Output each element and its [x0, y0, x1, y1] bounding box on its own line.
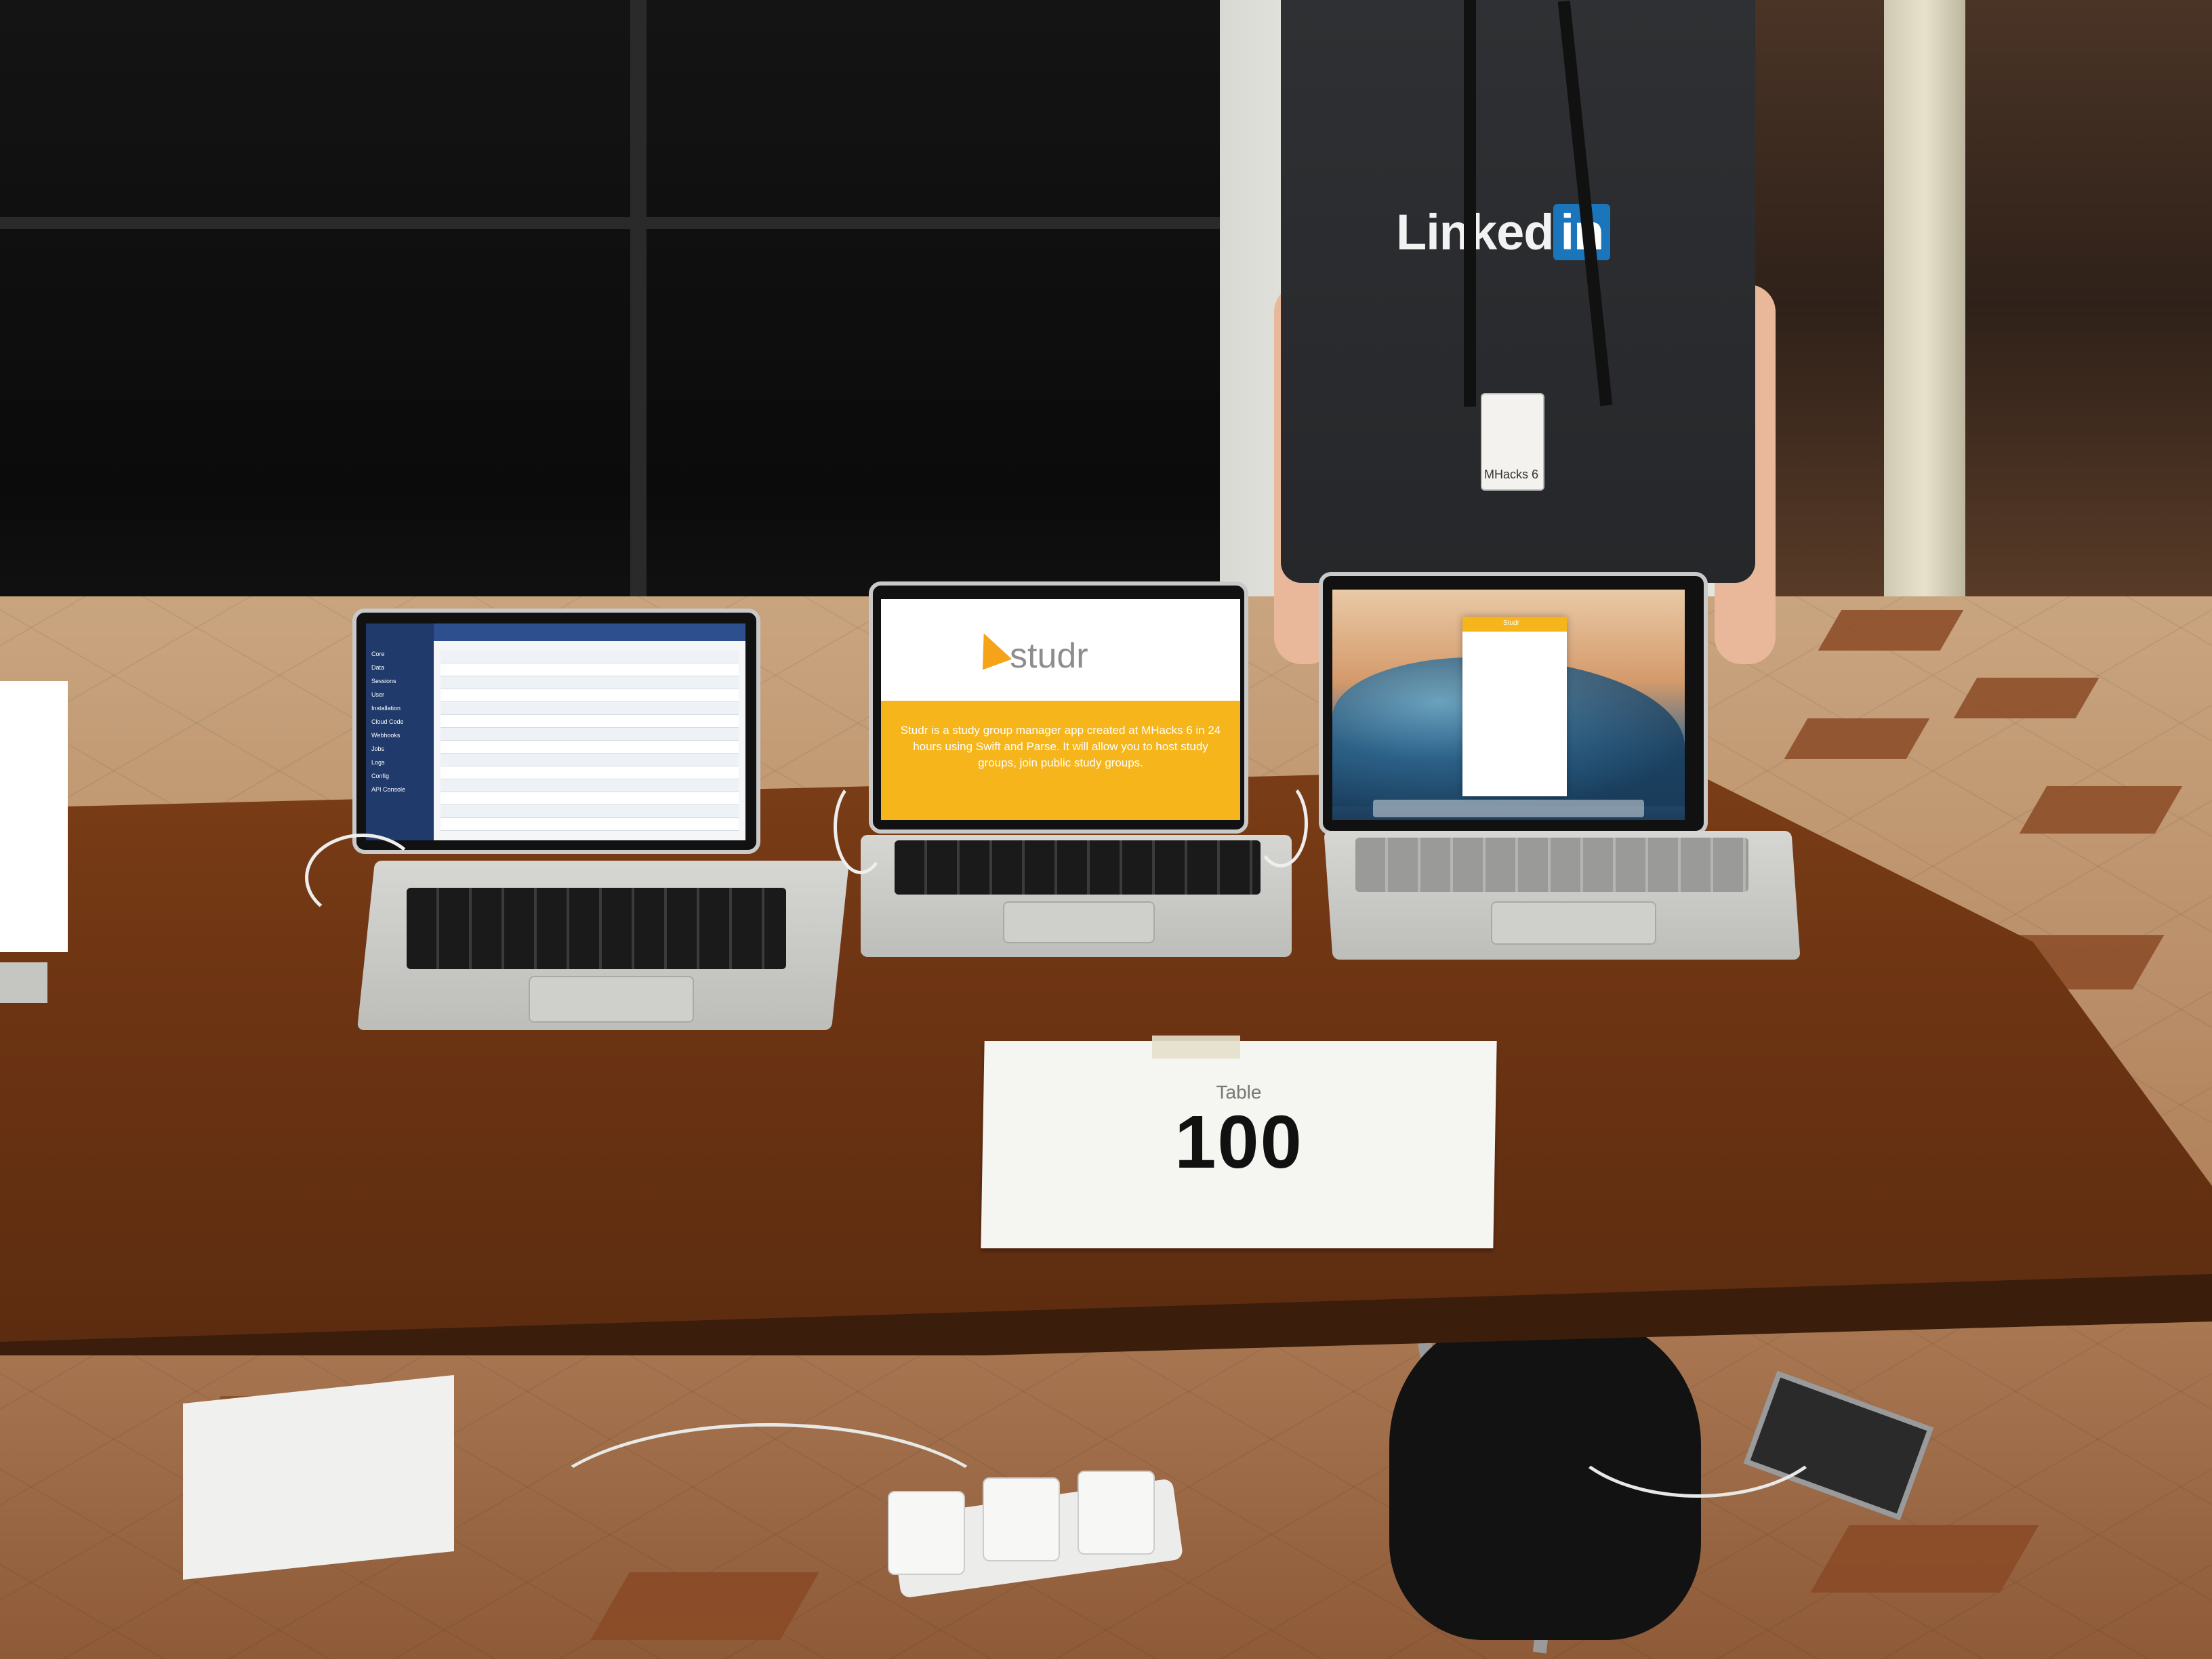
- power-adapter: [1078, 1471, 1155, 1555]
- floor-cable: [1559, 1342, 1837, 1498]
- table-row[interactable]: [441, 805, 739, 818]
- laptop-screen-dashboard: Core Data Sessions User Installation Cloud Co…: [366, 623, 745, 840]
- partial-laptop-base: [0, 962, 47, 1003]
- dashboard-sidebar-item[interactable]: Config: [371, 773, 428, 779]
- person-torso: [1281, 0, 1755, 583]
- dashboard-sidebar-item[interactable]: Installation: [371, 705, 428, 712]
- dashboard-sidebar-item[interactable]: Cloud Code: [371, 718, 428, 725]
- table-row[interactable]: [441, 818, 739, 831]
- background-room: [1735, 0, 2212, 610]
- partial-laptop-screen: [0, 681, 68, 952]
- table-row[interactable]: [441, 766, 739, 779]
- window-mullion: [0, 217, 1220, 229]
- table-row[interactable]: [441, 741, 739, 754]
- table-row[interactable]: [441, 689, 739, 702]
- laptop-keyboard: [895, 840, 1261, 895]
- dashboard-sidebar-item[interactable]: Webhooks: [371, 732, 428, 739]
- table-row[interactable]: [441, 676, 739, 689]
- studr-description: Studr is a study group manager app creat…: [900, 724, 1221, 769]
- white-box: [183, 1374, 454, 1580]
- floor-tile: [1810, 1525, 2039, 1593]
- laptop-trackpad: [1491, 901, 1656, 945]
- dashboard-sidebar-item[interactable]: Sessions: [371, 678, 428, 684]
- charging-cable: [305, 834, 420, 922]
- dashboard-sidebar-item[interactable]: API Console: [371, 786, 428, 793]
- dashboard-sidebar-item[interactable]: Core: [371, 651, 428, 657]
- laptop-trackpad: [529, 976, 694, 1023]
- desktop-dock: [1373, 800, 1644, 817]
- dashboard-sidebar-item[interactable]: Jobs: [371, 745, 428, 752]
- dashboard-topbar: [434, 623, 745, 641]
- dashboard-sidebar-item[interactable]: Data: [371, 664, 428, 671]
- shirt-logo: Linkedin: [1396, 203, 1611, 261]
- studr-logo: studr: [1010, 636, 1088, 676]
- tape: [1152, 1036, 1240, 1059]
- charging-cable: [834, 779, 888, 874]
- laptop-screen-studr: studr Studr is a study group manager app…: [881, 599, 1240, 820]
- dashboard-table: [441, 651, 739, 831]
- dashboard-sidebar: Core Data Sessions User Installation Cloud Co…: [366, 623, 434, 840]
- table-row[interactable]: [441, 728, 739, 741]
- dashboard-sidebar-item[interactable]: User: [371, 691, 428, 698]
- table-row[interactable]: [441, 779, 739, 792]
- simulator-titlebar: Studr: [1462, 617, 1567, 632]
- floor-tile: [2019, 786, 2183, 834]
- dashboard-sidebar-item[interactable]: Logs: [371, 759, 428, 766]
- badge-text: MHacks 6: [1483, 468, 1538, 481]
- laptop-trackpad: [1003, 901, 1155, 943]
- door-frame: [1884, 0, 1965, 596]
- laptop-keyboard: [407, 888, 786, 969]
- simulator-title: Studr: [1503, 619, 1519, 627]
- floor-cable: [529, 1423, 1010, 1620]
- laptop-keyboard: [1355, 838, 1748, 892]
- table-row[interactable]: [441, 715, 739, 728]
- table-row[interactable]: [441, 792, 739, 805]
- table-row[interactable]: [441, 663, 739, 676]
- table-row[interactable]: [441, 702, 739, 715]
- floor-tile: [1953, 678, 2100, 718]
- charging-cable: [1254, 779, 1308, 867]
- simulator-window: Studr: [1462, 617, 1567, 796]
- floor-tile: [1818, 610, 1964, 651]
- floor-tile: [1784, 718, 1930, 759]
- table-row[interactable]: [441, 754, 739, 766]
- studr-wave: [881, 684, 1240, 709]
- laptop-screen-desktop: Studr: [1332, 590, 1685, 820]
- table-sign-number: 100: [1174, 1101, 1303, 1184]
- table-row[interactable]: [441, 651, 739, 663]
- lanyard: [1464, 0, 1476, 407]
